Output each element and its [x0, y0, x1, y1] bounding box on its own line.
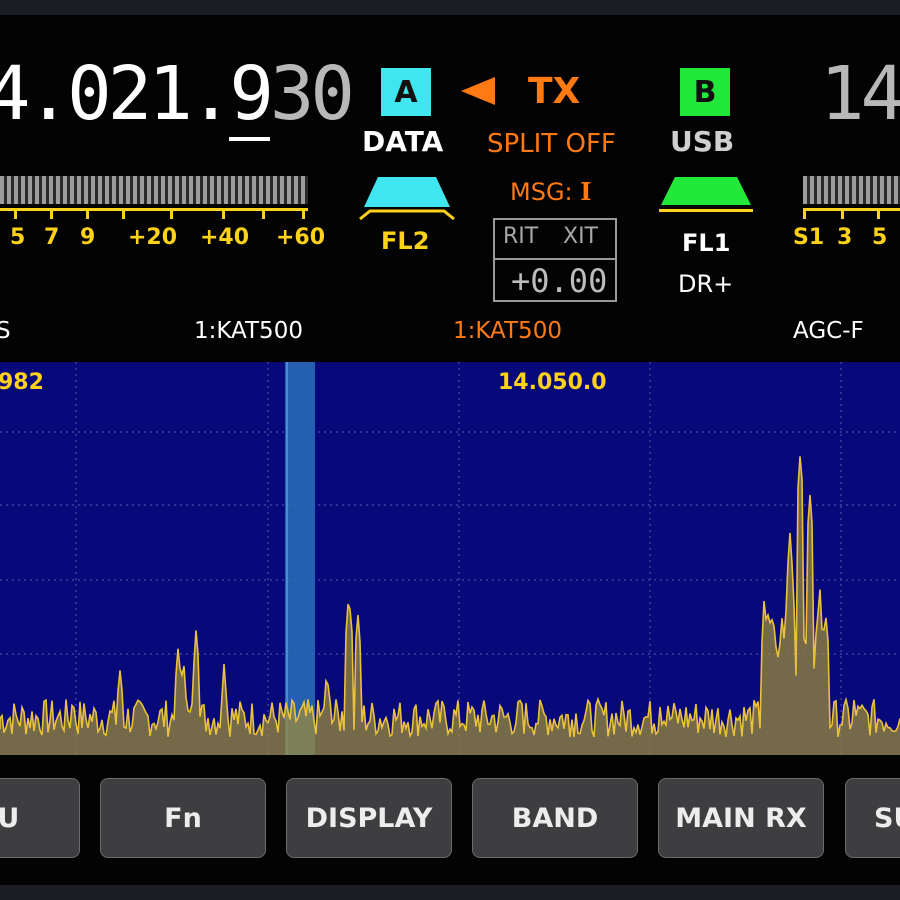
radio-screen: 4.021.930 14. 5 7 9 +20 +40 +60 S1 3 5 A…: [0, 15, 900, 885]
main-rx-button[interactable]: MAIN RX: [658, 778, 824, 858]
vfo-a-mode[interactable]: DATA: [362, 125, 443, 158]
s-meter-left-40: +40: [200, 225, 250, 250]
s-meter-left-60: +60: [276, 225, 326, 250]
msg-status[interactable]: MSG: I: [510, 177, 592, 206]
vfo-b-noise-reduction[interactable]: DR+: [678, 270, 733, 298]
menu-button[interactable]: NU: [0, 778, 80, 858]
s-meter-right-bar: [803, 176, 900, 204]
s-meter-right-3: 3: [837, 225, 853, 250]
xit-label: XIT: [563, 224, 598, 249]
band-button[interactable]: BAND: [472, 778, 638, 858]
info-left-fragment: S: [0, 318, 11, 344]
s-meter-right-5: 5: [872, 225, 888, 250]
tx-arrow-left-icon: [461, 77, 495, 105]
spectrum-left-freq: 982: [0, 370, 44, 395]
rit-xit-box[interactable]: RIT XIT +0.00: [493, 218, 617, 302]
display-button[interactable]: DISPLAY: [286, 778, 452, 858]
vfo-a-filter-shape-icon[interactable]: [358, 175, 456, 223]
antenna-a[interactable]: 1:KAT500: [194, 318, 303, 344]
fn-button[interactable]: Fn: [100, 778, 266, 858]
vfo-a-badge[interactable]: A: [381, 68, 431, 116]
rit-label: RIT: [503, 224, 539, 249]
vfo-a-filter[interactable]: FL2: [381, 227, 429, 255]
sub-button[interactable]: SU: [845, 778, 900, 858]
vfo-a-freq-main: 4.021.: [0, 51, 233, 137]
vfo-a-freq-dim: 30: [269, 51, 355, 137]
rit-offset: +0.00: [511, 262, 608, 300]
s-meter-left-5: 5: [10, 225, 26, 250]
spectrum-display[interactable]: 982 14.050.0: [0, 362, 900, 755]
s-meter-left-9: 9: [80, 225, 96, 250]
tx-indicator: TX: [528, 71, 581, 112]
vfo-a-frequency[interactable]: 4.021.930: [0, 51, 355, 141]
s-meter-right-ruler: [803, 208, 900, 219]
split-status[interactable]: SPLIT OFF: [487, 129, 616, 159]
vfo-b-mode[interactable]: USB: [670, 125, 734, 158]
passband-marker: [285, 362, 315, 755]
spectrum-svg: [0, 362, 900, 755]
antenna-tx[interactable]: 1:KAT500: [453, 318, 562, 344]
agc-status[interactable]: AGC-F: [793, 318, 864, 344]
vfo-a-freq-step-digit: 9: [229, 51, 274, 141]
vfo-b-filter[interactable]: FL1: [682, 229, 730, 257]
msg-value: I: [580, 177, 592, 206]
vfo-b-filter-shape-icon[interactable]: [657, 175, 755, 217]
s-meter-right-s1: S1: [793, 225, 825, 250]
spectrum-center-freq: 14.050.0: [498, 370, 607, 395]
s-meter-left-7: 7: [44, 225, 60, 250]
vfo-b-badge[interactable]: B: [680, 68, 730, 116]
s-meter-left-ruler: [0, 208, 308, 219]
vfo-b-frequency[interactable]: 14.: [820, 57, 900, 131]
s-meter-left-20: +20: [128, 225, 178, 250]
s-meter-left-bar: [0, 176, 308, 204]
msg-label: MSG:: [510, 178, 573, 206]
